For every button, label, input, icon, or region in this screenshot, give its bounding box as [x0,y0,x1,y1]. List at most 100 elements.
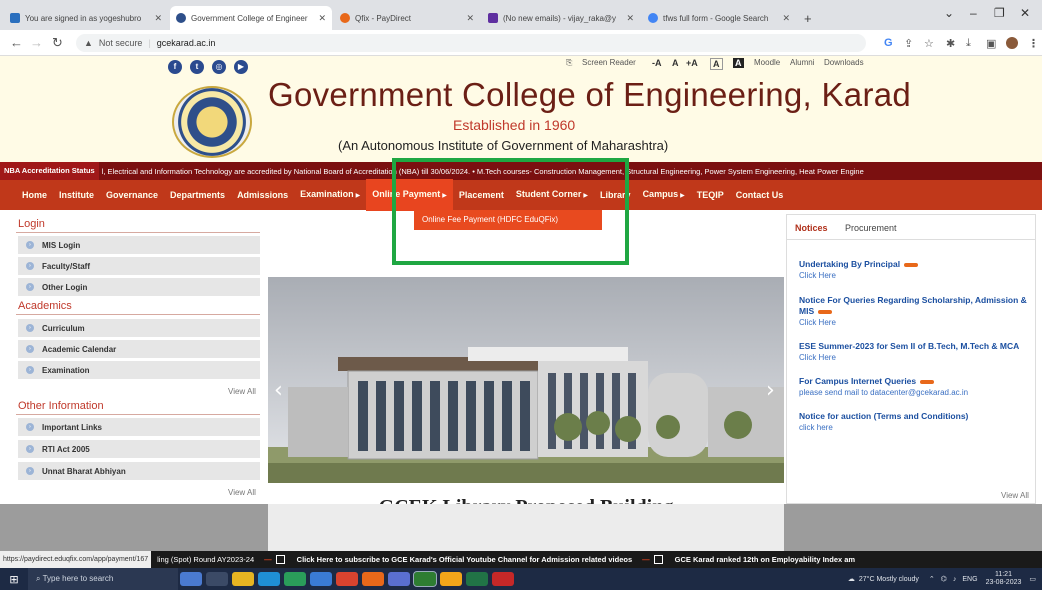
moodle-link[interactable]: Moodle [754,58,780,67]
share-icon[interactable]: ⇪ [904,37,913,50]
office-app-icon[interactable] [336,572,358,586]
close-window-icon[interactable]: ✕ [1020,6,1030,20]
photos-app-icon[interactable] [388,572,410,586]
restore-icon[interactable]: ❐ [994,6,1005,20]
widgets-app-icon[interactable] [180,572,202,586]
other-info-view-all-link[interactable]: View All [228,488,256,497]
chrome-browser-icon[interactable] [413,571,437,587]
contrast-dark-button[interactable]: A [733,58,744,68]
download-icon[interactable]: ⤓ [966,37,971,50]
browser-tab[interactable]: tfws full form - Google Search ✕ [642,6,796,30]
mail-app-icon[interactable] [310,572,332,586]
notice-item-title[interactable]: For Campus Internet Queries [799,376,1031,387]
tab-close-icon[interactable]: ✕ [312,13,326,24]
sidebar-item-curriculum[interactable]: › Curriculum [18,319,260,337]
tab-search-chevron-icon[interactable]: ⌄ [944,6,954,20]
address-input[interactable]: ▲ Not secure | gcekarad.ac.in [76,34,866,52]
windows-start-icon[interactable]: ⊞ [0,573,28,586]
sidebar-item-rti-act[interactable]: › RTI Act 2005 [18,440,260,458]
font-normal-button[interactable]: A [672,58,679,68]
sidebar-item-important-links[interactable]: › Important Links [18,418,260,436]
tray-overflow-icon[interactable]: ⌃ [929,575,935,583]
sidebar-item-unnat-bharat[interactable]: › Unnat Bharat Abhiyan [18,462,260,480]
menu-kebab-icon[interactable]: ⋮ [1028,37,1039,50]
extensions-icon[interactable]: ✱ [946,37,955,50]
facebook-icon[interactable]: f [168,60,182,74]
ticker-segment[interactable]: Click Here to subscribe to GCE Karad's O… [291,555,638,564]
browser-tab[interactable]: Qfix - PayDirect ✕ [334,6,480,30]
notice-item-title[interactable]: Notice for auction (Terms and Conditions… [799,411,1031,422]
nav-examination[interactable]: Examination ▶ [294,179,366,211]
slider-next-arrow-icon[interactable] [766,382,780,406]
sidepanel-icon[interactable]: ▣ [986,37,996,50]
notices-view-all-link[interactable]: View All [1001,491,1029,500]
nav-home[interactable]: Home [16,180,53,210]
firefox-icon[interactable] [362,572,384,586]
bookmark-star-icon[interactable]: ☆ [924,37,934,50]
sidebar-item-examination[interactable]: › Examination [18,361,260,379]
notice-item-title[interactable]: Notice For Queries Regarding Scholarship… [799,295,1031,317]
academics-view-all-link[interactable]: View All [228,387,256,396]
nav-teqip[interactable]: TEQIP [691,180,730,210]
warning-icon[interactable]: ▲ [84,38,93,48]
slider-prev-arrow-icon[interactable] [272,382,286,406]
screen-reader-icon[interactable]: ⎘ [566,58,572,68]
language-indicator[interactable]: ENG [962,576,977,583]
notifications-icon[interactable]: ▭ [1029,575,1036,583]
ticker-segment[interactable]: ling (Spot) Round AY2023-24 [151,555,260,564]
notice-item-title[interactable]: Undertaking By Principal [799,259,1031,270]
network-icon[interactable]: ⌬ [941,575,947,583]
tab-close-icon[interactable]: ✕ [148,13,162,24]
google-lens-icon[interactable]: G [884,37,893,49]
nav-departments[interactable]: Departments [164,180,231,210]
sidebar-item-other-login[interactable]: › Other Login [18,278,260,296]
weather-icon[interactable]: ☁ [848,575,855,583]
tab-procurement[interactable]: Procurement [845,223,897,233]
nav-institute[interactable]: Institute [53,180,100,210]
font-increase-button[interactable]: +A [686,58,698,68]
nav-governance[interactable]: Governance [100,180,164,210]
notes-app-icon[interactable] [440,572,462,586]
notice-link[interactable]: click here [799,423,833,432]
security-label[interactable]: Not secure [99,38,143,48]
edge-browser-icon[interactable] [258,572,280,586]
instagram-icon[interactable]: ◎ [212,60,226,74]
clock[interactable]: 11:21 23-08-2023 [986,571,1022,587]
sidebar-item-academic-calendar[interactable]: › Academic Calendar [18,340,260,358]
notice-link[interactable]: Click Here [799,318,836,327]
screen-reader-link[interactable]: Screen Reader [582,58,636,67]
youtube-icon[interactable]: ▶ [234,60,248,74]
twitter-icon[interactable]: t [190,60,204,74]
ticker-badge[interactable]: NBA Accreditation Status [0,162,99,180]
notice-link[interactable]: Click Here [799,271,836,280]
tab-close-icon[interactable]: ✕ [460,13,474,24]
task-view-icon[interactable] [206,572,228,586]
minimize-icon[interactable]: – [970,6,977,20]
sidebar-item-mis-login[interactable]: › MIS Login [18,236,260,254]
acrobat-app-icon[interactable] [492,572,514,586]
tab-notices[interactable]: Notices [795,223,828,233]
alumni-link[interactable]: Alumni [790,58,814,67]
file-explorer-icon[interactable] [232,572,254,586]
nav-admissions[interactable]: Admissions [231,180,294,210]
tab-close-icon[interactable]: ✕ [620,13,634,24]
reload-icon[interactable]: ↻ [52,35,63,51]
browser-tab-active[interactable]: Government College of Engineer ✕ [170,6,332,30]
forward-arrow-icon[interactable]: → [30,35,43,50]
nav-campus[interactable]: Campus ▶ [637,179,691,211]
font-decrease-button[interactable]: -A [652,58,662,68]
contrast-light-button[interactable]: A [710,58,723,70]
tab-close-icon[interactable]: ✕ [776,13,790,24]
volume-icon[interactable]: ♪ [953,576,957,583]
taskbar-search-box[interactable]: ⌕ Type here to search [28,568,178,590]
new-tab-button[interactable]: + [798,6,818,30]
nav-contact-us[interactable]: Contact Us [730,180,790,210]
ticker-segment[interactable]: GCE Karad ranked 12th on Employability I… [669,555,861,564]
sidebar-item-faculty-staff[interactable]: › Faculty/Staff [18,257,260,275]
notice-link[interactable]: please send mail to datacenter@gcekarad.… [799,388,968,397]
profile-avatar[interactable] [1006,37,1018,49]
browser-tab[interactable]: (No new emails) - vijay_raka@y ✕ [482,6,640,30]
browser-tab[interactable]: You are signed in as yogeshubro ✕ [4,6,168,30]
excel-app-icon[interactable] [466,572,488,586]
downloads-link[interactable]: Downloads [824,58,864,67]
